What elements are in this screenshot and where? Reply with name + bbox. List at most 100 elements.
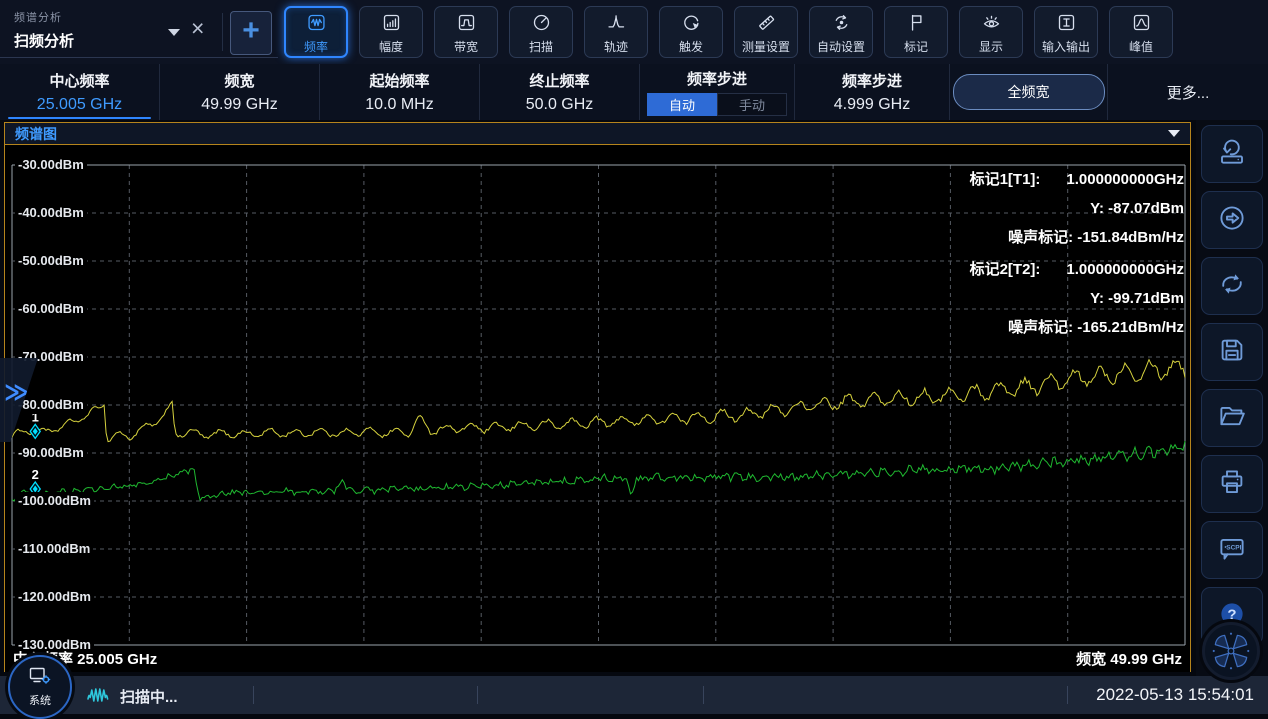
mode-dropdown-caret-icon[interactable] [168, 29, 180, 36]
param-value: 49.99 GHz [201, 96, 277, 114]
peak-icon [1131, 12, 1152, 38]
param-cell-freq-step[interactable]: 频率步进4.999 GHz [795, 64, 950, 120]
mode-title-label: 扫频分析 [14, 30, 74, 51]
param-value: 25.005 GHz [37, 96, 122, 114]
y-axis-tick-label: -50.00dBm [15, 252, 87, 270]
y-axis-tick-label: -100.00dBm [15, 492, 94, 510]
chart-title-bar[interactable]: 频谱图 [5, 123, 1190, 145]
parameter-bar: 中心频率25.005 GHz频宽49.99 GHz起始频率10.0 MHz终止频… [0, 64, 1268, 120]
marker2-freq: 1.000000000GHz [1066, 259, 1184, 281]
trace-icon [606, 12, 627, 38]
tab-underline [0, 57, 278, 58]
statusbar-divider [1067, 686, 1068, 704]
tool-button-input-output[interactable]: 输入输出 [1034, 6, 1098, 58]
close-mode-icon[interactable]: × [191, 17, 204, 40]
svg-text:?: ? [1227, 606, 1236, 623]
tool-button-frequency[interactable]: 频率 [284, 6, 348, 58]
sidebar-button-continuous-sweep[interactable] [1201, 257, 1263, 315]
tool-button-label: 轨迹 [604, 41, 628, 53]
sidebar-button-print[interactable] [1201, 455, 1263, 513]
print-icon [1217, 467, 1247, 502]
sync-icon [1217, 269, 1247, 304]
tool-button-meas-setup[interactable]: 测量设置 [734, 6, 798, 58]
param-value: 50.0 GHz [526, 96, 594, 114]
toggle-option-manual[interactable]: 手动 [717, 93, 787, 116]
statusbar-divider [703, 686, 704, 704]
param-cell-more[interactable]: 更多... [1108, 64, 1268, 120]
more-button[interactable]: 更多... [1167, 82, 1210, 103]
tool-button-label: 峰值 [1129, 41, 1153, 53]
tool-button-label: 测量设置 [742, 41, 790, 53]
svg-text:SCPI: SCPI [1226, 544, 1241, 551]
tool-button-label: 触发 [679, 41, 703, 53]
sweep-icon [531, 12, 552, 38]
system-button[interactable]: 系统 [8, 655, 72, 719]
tool-button-sweep[interactable]: 扫描 [509, 6, 573, 58]
tool-button-trace[interactable]: 轨迹 [584, 6, 648, 58]
param-cell-center-frequency[interactable]: 中心频率 25.005 GHz [0, 64, 160, 120]
freq-step-mode-toggle: 自动手动 [647, 93, 787, 116]
io-icon [1056, 12, 1077, 38]
param-cell-full-span[interactable]: 全频宽 [950, 64, 1108, 120]
sidebar-button-run[interactable] [1201, 191, 1263, 249]
tool-button-peak[interactable]: 峰值 [1109, 6, 1173, 58]
tool-button-display[interactable]: 显示 [959, 6, 1023, 58]
open-icon [1217, 401, 1247, 436]
chart-title-label: 频谱图 [15, 124, 57, 144]
tool-button-label: 带宽 [454, 41, 478, 53]
double-chevron-icon: ≫ [4, 378, 26, 407]
function-button-strip: 频率 幅度带宽 扫描 轨迹 触发 测量设置 自动设置 标记 显示 输入输出峰值 [284, 6, 1173, 58]
bandwidth-icon [456, 12, 477, 38]
tool-button-amplitude[interactable]: 幅度 [359, 6, 423, 58]
marker2-freq-row: 标记2[T2]: 1.000000000GHz [970, 259, 1184, 281]
y-axis-tick-label: -120.00dBm [15, 588, 94, 606]
marker1-y: Y: -87.07dBm [970, 198, 1184, 220]
param-cell-freq-step-mode[interactable]: 频率步进自动手动 [640, 64, 795, 120]
sidebar-button-open[interactable] [1201, 389, 1263, 447]
sidebar-button-preset[interactable] [1201, 125, 1263, 183]
tool-button-label: 频率 [304, 41, 328, 53]
marker1-noise: 噪声标记: -151.84dBm/Hz [970, 227, 1184, 249]
param-cell-stop-frequency[interactable]: 终止频率 50.0 GHz [480, 64, 640, 120]
tool-button-bandwidth[interactable]: 带宽 [434, 6, 498, 58]
tool-button-label: 标记 [904, 41, 928, 53]
param-label: 起始频率 [369, 70, 429, 91]
sidebar-button-scpi[interactable]: SCPI [1201, 521, 1263, 579]
marker1-freq-row: 标记1[T1]: 1.000000000GHz [970, 169, 1184, 191]
amplitude-icon [381, 12, 402, 38]
save-icon [1217, 335, 1247, 370]
status-bar: 系统 扫描中... 2022-05-13 15:54:01 [0, 676, 1268, 714]
marker1-freq: 1.000000000GHz [1066, 169, 1184, 191]
chart-collapse-caret-icon[interactable] [1168, 130, 1180, 137]
tool-button-trigger[interactable]: 触发 [659, 6, 723, 58]
y-axis-tick-label: -80.00dBm [15, 396, 87, 414]
tool-button-auto-setup[interactable]: 自动设置 [809, 6, 873, 58]
tool-button-label: 显示 [979, 41, 1003, 53]
statusbar-divider [477, 686, 478, 704]
spectrum-chart-panel: 频谱图 .grid{stroke:#565b63;stroke-width:1;… [4, 122, 1191, 672]
navigation-cross-button[interactable] [1202, 622, 1260, 680]
toggle-option-auto[interactable]: 自动 [647, 93, 717, 116]
freq-icon [306, 12, 327, 38]
meas-setup-icon [756, 12, 777, 38]
param-label: 频率步进 [687, 68, 747, 89]
param-cell-span[interactable]: 频宽 49.99 GHz [160, 64, 320, 120]
app-mode-tab[interactable]: 频谱分析 扫频分析 [14, 9, 74, 51]
display-icon [981, 12, 1002, 38]
param-label: 终止频率 [529, 70, 589, 91]
full-span-button[interactable]: 全频宽 [953, 74, 1105, 110]
add-mode-button[interactable]: + [230, 11, 272, 55]
tool-button-label: 自动设置 [817, 41, 865, 53]
sidebar-button-save[interactable] [1201, 323, 1263, 381]
tool-button-marker[interactable]: 标记 [884, 6, 948, 58]
statusbar-divider [253, 686, 254, 704]
marker2-noise: 噪声标记: -165.21dBm/Hz [970, 317, 1184, 339]
param-label: 频宽 [224, 70, 254, 91]
param-value: 4.999 GHz [834, 96, 910, 114]
param-label: 中心频率 [49, 70, 109, 91]
system-icon [28, 666, 52, 691]
y-axis-tick-label: -40.00dBm [15, 204, 87, 222]
param-cell-start-frequency[interactable]: 起始频率10.0 MHz [320, 64, 480, 120]
tool-button-label: 扫描 [529, 41, 553, 53]
span-annotation: 频宽 49.99 GHz [1076, 648, 1182, 669]
